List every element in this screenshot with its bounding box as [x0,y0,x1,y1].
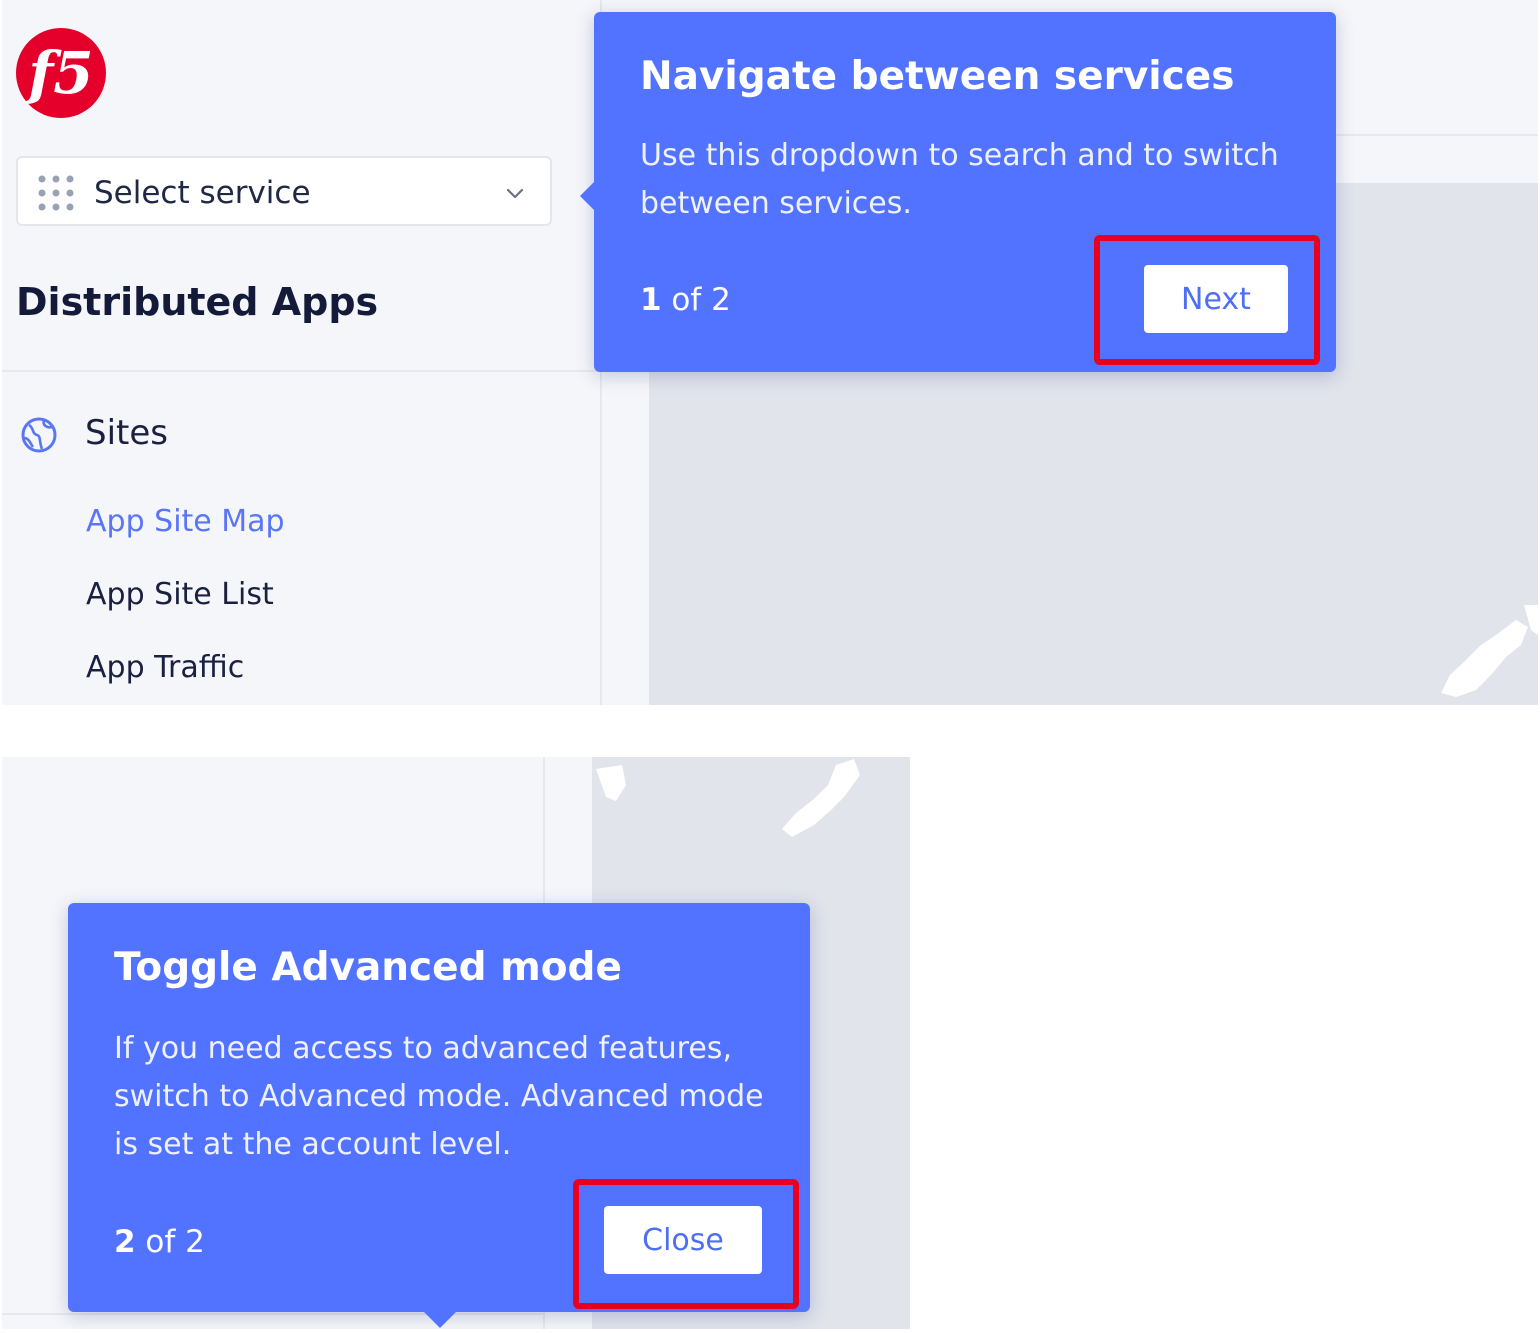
select-service-label: Select service [94,175,311,211]
step-current: 2 [114,1224,136,1260]
top-screenshot-panel: f5 Select service Distributed Apps Sites… [2,0,1538,705]
tooltip-body: Use this dropdown to search and to switc… [640,138,1279,221]
close-button-highlight [573,1179,799,1309]
step-total: of 2 [661,282,731,318]
select-service-dropdown[interactable]: Select service [16,156,552,226]
next-button-highlight [1094,235,1320,365]
sidebar: f5 Select service Distributed Apps Sites… [2,0,602,705]
tooltip-step-counter: 2 of 2 [114,1224,205,1260]
bottom-screenshot-panel: Toggle Advanced mode If you need access … [2,757,910,1329]
step-total: of 2 [135,1224,205,1260]
sidebar-divider [2,370,600,372]
chevron-down-icon [506,188,524,199]
tooltip-title: Toggle Advanced mode [114,945,622,990]
tooltip-step-counter: 1 of 2 [640,282,731,318]
section-title: Distributed Apps [16,280,379,324]
map-landmass [596,759,860,837]
tooltip-body: If you need access to advanced features,… [114,1031,764,1162]
globe-icon [21,417,57,453]
sidebar-item-app-site-list[interactable]: App Site List [86,577,274,612]
tooltip-pointer [580,180,596,212]
sidebar-group-sites[interactable]: Sites [20,412,168,458]
step-current: 1 [640,282,662,318]
tooltip-pointer [424,1312,456,1328]
sidebar-divider [2,1313,543,1315]
sidebar-item-app-traffic[interactable]: App Traffic [86,650,244,685]
sidebar-item-app-site-map[interactable]: App Site Map [86,504,285,539]
map-landmass [1441,605,1538,697]
f5-logo[interactable]: f5 [15,27,107,119]
grid-dots-icon [38,175,74,211]
tooltip-title: Navigate between services [640,54,1235,99]
svg-text:f5: f5 [24,39,93,107]
sidebar-group-label: Sites [85,413,168,453]
